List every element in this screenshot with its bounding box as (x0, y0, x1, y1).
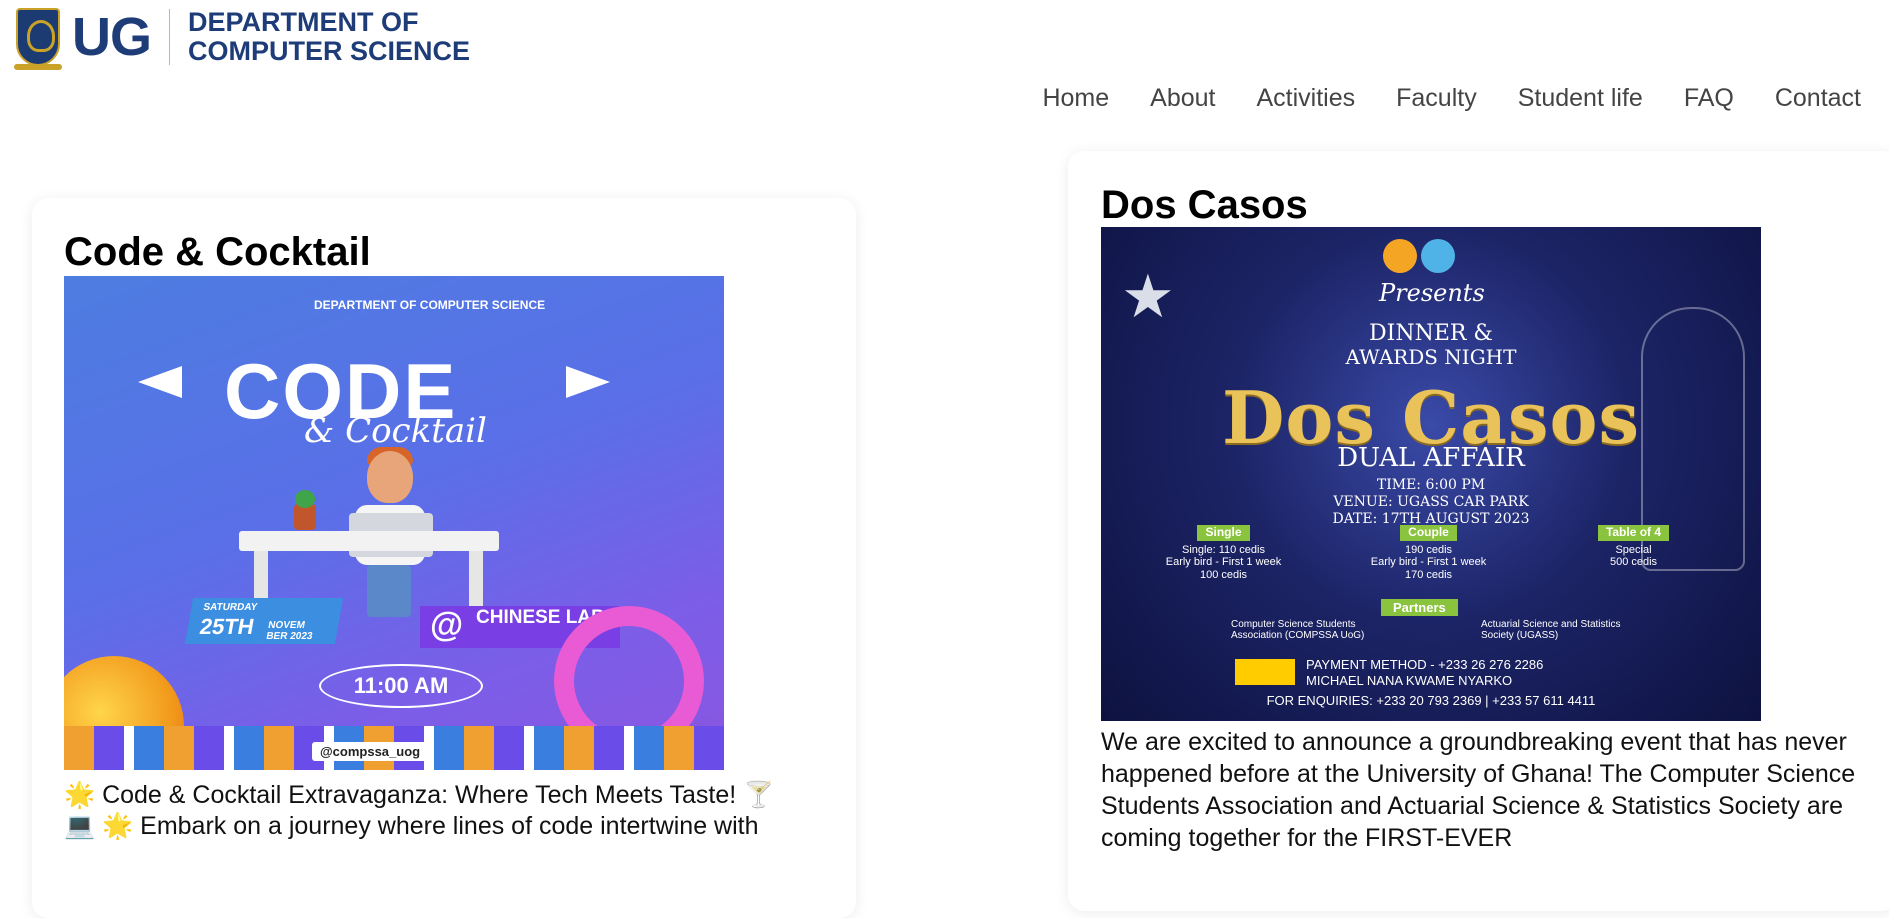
site-logo[interactable]: UG DEPARTMENT OF COMPUTER SCIENCE (14, 7, 471, 71)
poster-line-2: AWARDS NIGHT (1345, 345, 1517, 369)
event-title: Code & Cocktail (64, 230, 371, 274)
department-line-2: COMPUTER SCIENCE (188, 36, 471, 67)
tier-line-3: 170 cedis (1404, 569, 1453, 582)
tier-line-3: 100 cedis (1199, 569, 1248, 582)
poster-presents: Presents (1379, 279, 1485, 307)
event-poster-image[interactable]: DEPARTMENT OF COMPUTER SCIENCE CODE & Co… (64, 276, 724, 770)
desk-illustration (239, 531, 499, 551)
poster-enquiries: FOR ENQUIRIES: +233 20 793 2369 | +233 5… (1266, 693, 1596, 708)
description-line-2: 💻 🌟 Embark on a journey where lines of c… (64, 812, 759, 841)
poster-line-1: DINNER & (1368, 321, 1494, 346)
event-title: Dos Casos (1101, 183, 1308, 227)
nav-home[interactable]: Home (1042, 84, 1109, 113)
payment-name: MICHAEL NANA KWAME NYARKO (1306, 673, 1513, 689)
university-crest-icon (14, 8, 62, 71)
poster-logos (1383, 239, 1455, 273)
poster-time: TIME: 6:00 PM (1376, 477, 1486, 493)
ticket-tier-couple: Couple 190 cedis Early bird - First 1 we… (1346, 525, 1511, 582)
compssa-logo-icon (1383, 239, 1417, 273)
tier-line-2: Early bird - First 1 week (1165, 556, 1282, 569)
tier-line-2: 500 cedis (1609, 556, 1658, 569)
tier-line-1: 190 cedis (1404, 543, 1453, 556)
poster-arrow-left-icon (138, 366, 182, 398)
event-card-code-cocktail[interactable]: Code & Cocktail DEPARTMENT OF COMPUTER S… (32, 198, 856, 918)
plant-icon (294, 490, 316, 530)
nav-faq[interactable]: FAQ (1684, 84, 1734, 113)
tier-tag: Table of 4 (1597, 525, 1670, 541)
nav-student-life[interactable]: Student life (1518, 84, 1643, 113)
nav-activities[interactable]: Activities (1256, 84, 1355, 113)
logo-text: UG (72, 7, 152, 68)
event-poster-image[interactable]: ★ Presents DINNER & AWARDS NIGHT Dos Cas… (1101, 227, 1761, 721)
at-icon: @ (430, 606, 464, 644)
poster-dept-text: DEPARTMENT OF COMPUTER SCIENCE (314, 298, 546, 312)
poster-partner-1: Computer Science Students Association (C… (1231, 619, 1365, 641)
logo-divider (169, 9, 170, 66)
event-description: We are excited to announce a groundbreak… (1101, 728, 1856, 852)
tier-tag: Couple (1400, 525, 1457, 541)
poster-arrow-right-icon (566, 366, 610, 398)
poster-partners-tag: Partners (1381, 599, 1458, 616)
poster-social-handle: @compssa_uog (312, 742, 429, 761)
poster-day: SATURDAY (202, 602, 259, 613)
poster-payment: PAYMENT METHOD - +233 26 276 2286 MICHAE… (1306, 657, 1543, 690)
department-line-1: DEPARTMENT OF (188, 7, 419, 37)
tier-line-1: Special (1615, 543, 1652, 556)
site-header: UG DEPARTMENT OF COMPUTER SCIENCE Home A… (0, 0, 1889, 140)
nav-faculty[interactable]: Faculty (1396, 84, 1477, 113)
poster-venue: VENUE: UGASS CAR PARK (1333, 494, 1529, 510)
poster-date-box: SATURDAY 25TH NOVEM BER 2023 (184, 598, 344, 644)
tier-line-2: Early bird - First 1 week (1370, 556, 1487, 569)
nav-contact[interactable]: Contact (1775, 84, 1861, 113)
tier-line-1: Single: 110 cedis (1182, 543, 1265, 556)
main-nav: Home About Activities Faculty Student li… (1042, 84, 1861, 113)
ticket-tier-single: Single Single: 110 cedis Early bird - Fi… (1141, 525, 1306, 582)
event-description: 🌟 Code & Cocktail Extravaganza: Where Te… (64, 780, 844, 843)
ugass-logo-icon (1421, 239, 1455, 273)
poster-partner-2: Actuarial Science and Statistics Society… (1481, 619, 1621, 641)
star-trophy-icon: ★ (1121, 263, 1175, 330)
poster-subtitle: DUAL AFFAIR (1337, 443, 1525, 473)
poster-month: NOVEM BER 2023 (265, 620, 314, 642)
description-line-1: 🌟 Code & Cocktail Extravaganza: Where Te… (64, 781, 775, 809)
event-card-dos-casos[interactable]: Dos Casos ★ Presents DINNER & AWARDS NIG… (1068, 151, 1889, 911)
mtn-momo-icon (1235, 659, 1295, 685)
ticket-tier-table: Table of 4 Special 500 cedis (1551, 525, 1716, 569)
poster-subtitle: & Cocktail (304, 411, 487, 451)
payment-method: PAYMENT METHOD - +233 26 276 2286 (1306, 657, 1544, 672)
nav-about[interactable]: About (1150, 84, 1215, 113)
poster-time: 11:00 AM (319, 664, 483, 708)
tier-tag: Single (1197, 525, 1250, 541)
department-name: DEPARTMENT OF COMPUTER SCIENCE (188, 7, 471, 67)
poster-date: 25TH (197, 614, 257, 639)
